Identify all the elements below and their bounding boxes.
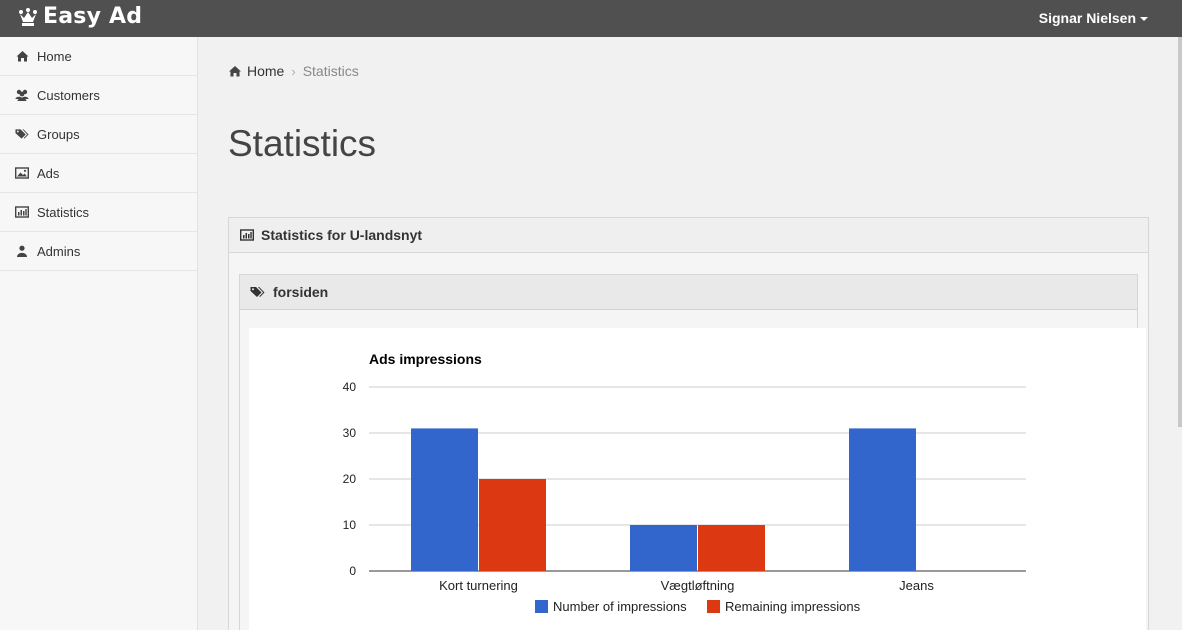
caret-down-icon (1140, 17, 1148, 21)
y-tick-label: 40 (343, 380, 357, 394)
legend-label: Remaining impressions (725, 599, 861, 614)
bar-remaining (479, 479, 546, 571)
sidebar: Home Customers Groups Ads Statistics Adm… (0, 37, 198, 630)
sidebar-item-groups[interactable]: Groups (0, 115, 197, 154)
home-icon (15, 49, 29, 63)
sidebar-item-label: Ads (37, 165, 60, 181)
breadcrumb: Home › Statistics (228, 63, 359, 79)
bar-impressions (849, 428, 916, 571)
x-tick-label: Vægtløftning (661, 578, 735, 593)
sidebar-item-customers[interactable]: Customers (0, 76, 197, 115)
home-icon (229, 66, 241, 77)
user-name: Signar Nielsen (1038, 10, 1136, 26)
panel-heading: Statistics for U-landsnyt (229, 218, 1148, 253)
top-navbar: Easy Ad Signar Nielsen (0, 0, 1182, 37)
x-tick-label: Jeans (899, 578, 934, 593)
sidebar-item-statistics[interactable]: Statistics (0, 193, 197, 232)
sidebar-item-label: Statistics (37, 204, 90, 220)
user-menu-dropdown[interactable]: Signar Nielsen (1039, 10, 1148, 26)
subpanel-title: forsiden (273, 284, 329, 300)
sidebar-item-admins[interactable]: Admins (0, 232, 197, 271)
y-tick-label: 0 (349, 564, 356, 578)
chart-svg: Ads impressions 0 10 20 30 40 Kort turnering Væ… (343, 351, 1026, 614)
panel-title: Statistics for U-landsnyt (261, 227, 423, 243)
breadcrumb-current: Statistics (302, 63, 359, 79)
users-icon (15, 88, 29, 102)
bar-chart-icon (15, 205, 29, 219)
bar-impressions (411, 428, 478, 571)
sidebar-item-ads[interactable]: Ads (0, 154, 197, 193)
bar-remaining (698, 525, 765, 571)
ads-impressions-chart: Ads impressions 0 10 20 30 40 Kort turnering Væ… (249, 328, 1146, 630)
sidebar-item-label: Customers (37, 87, 100, 103)
breadcrumb-home-link[interactable]: Home (228, 63, 284, 79)
brand-name: Easy Ad (43, 4, 143, 29)
tags-icon (250, 287, 265, 297)
legend-swatch (707, 600, 720, 613)
chart-title: Ads impressions (369, 351, 482, 367)
picture-icon (15, 166, 29, 180)
user-icon (15, 244, 29, 258)
page-title: Statistics (228, 123, 377, 164)
scrollbar[interactable] (1178, 37, 1182, 427)
legend-label: Number of impressions (553, 599, 687, 614)
y-tick-label: 30 (343, 426, 357, 440)
bar-chart-icon (240, 229, 254, 241)
sidebar-item-label: Groups (37, 126, 80, 142)
legend-swatch (535, 600, 548, 613)
queen-chess-icon (18, 7, 38, 27)
bar-impressions (630, 525, 697, 571)
tags-icon (15, 127, 29, 141)
breadcrumb-separator: › (291, 63, 296, 79)
breadcrumb-home-label: Home (247, 63, 285, 79)
sidebar-item-label: Admins (37, 243, 81, 259)
y-tick-label: 10 (343, 518, 357, 532)
x-tick-label: Kort turnering (439, 578, 518, 593)
subpanel-heading: forsiden (240, 275, 1137, 310)
sidebar-item-label: Home (37, 48, 72, 64)
brand-link[interactable]: Easy Ad (18, 4, 142, 29)
y-tick-label: 20 (343, 472, 357, 486)
sidebar-item-home[interactable]: Home (0, 37, 197, 76)
